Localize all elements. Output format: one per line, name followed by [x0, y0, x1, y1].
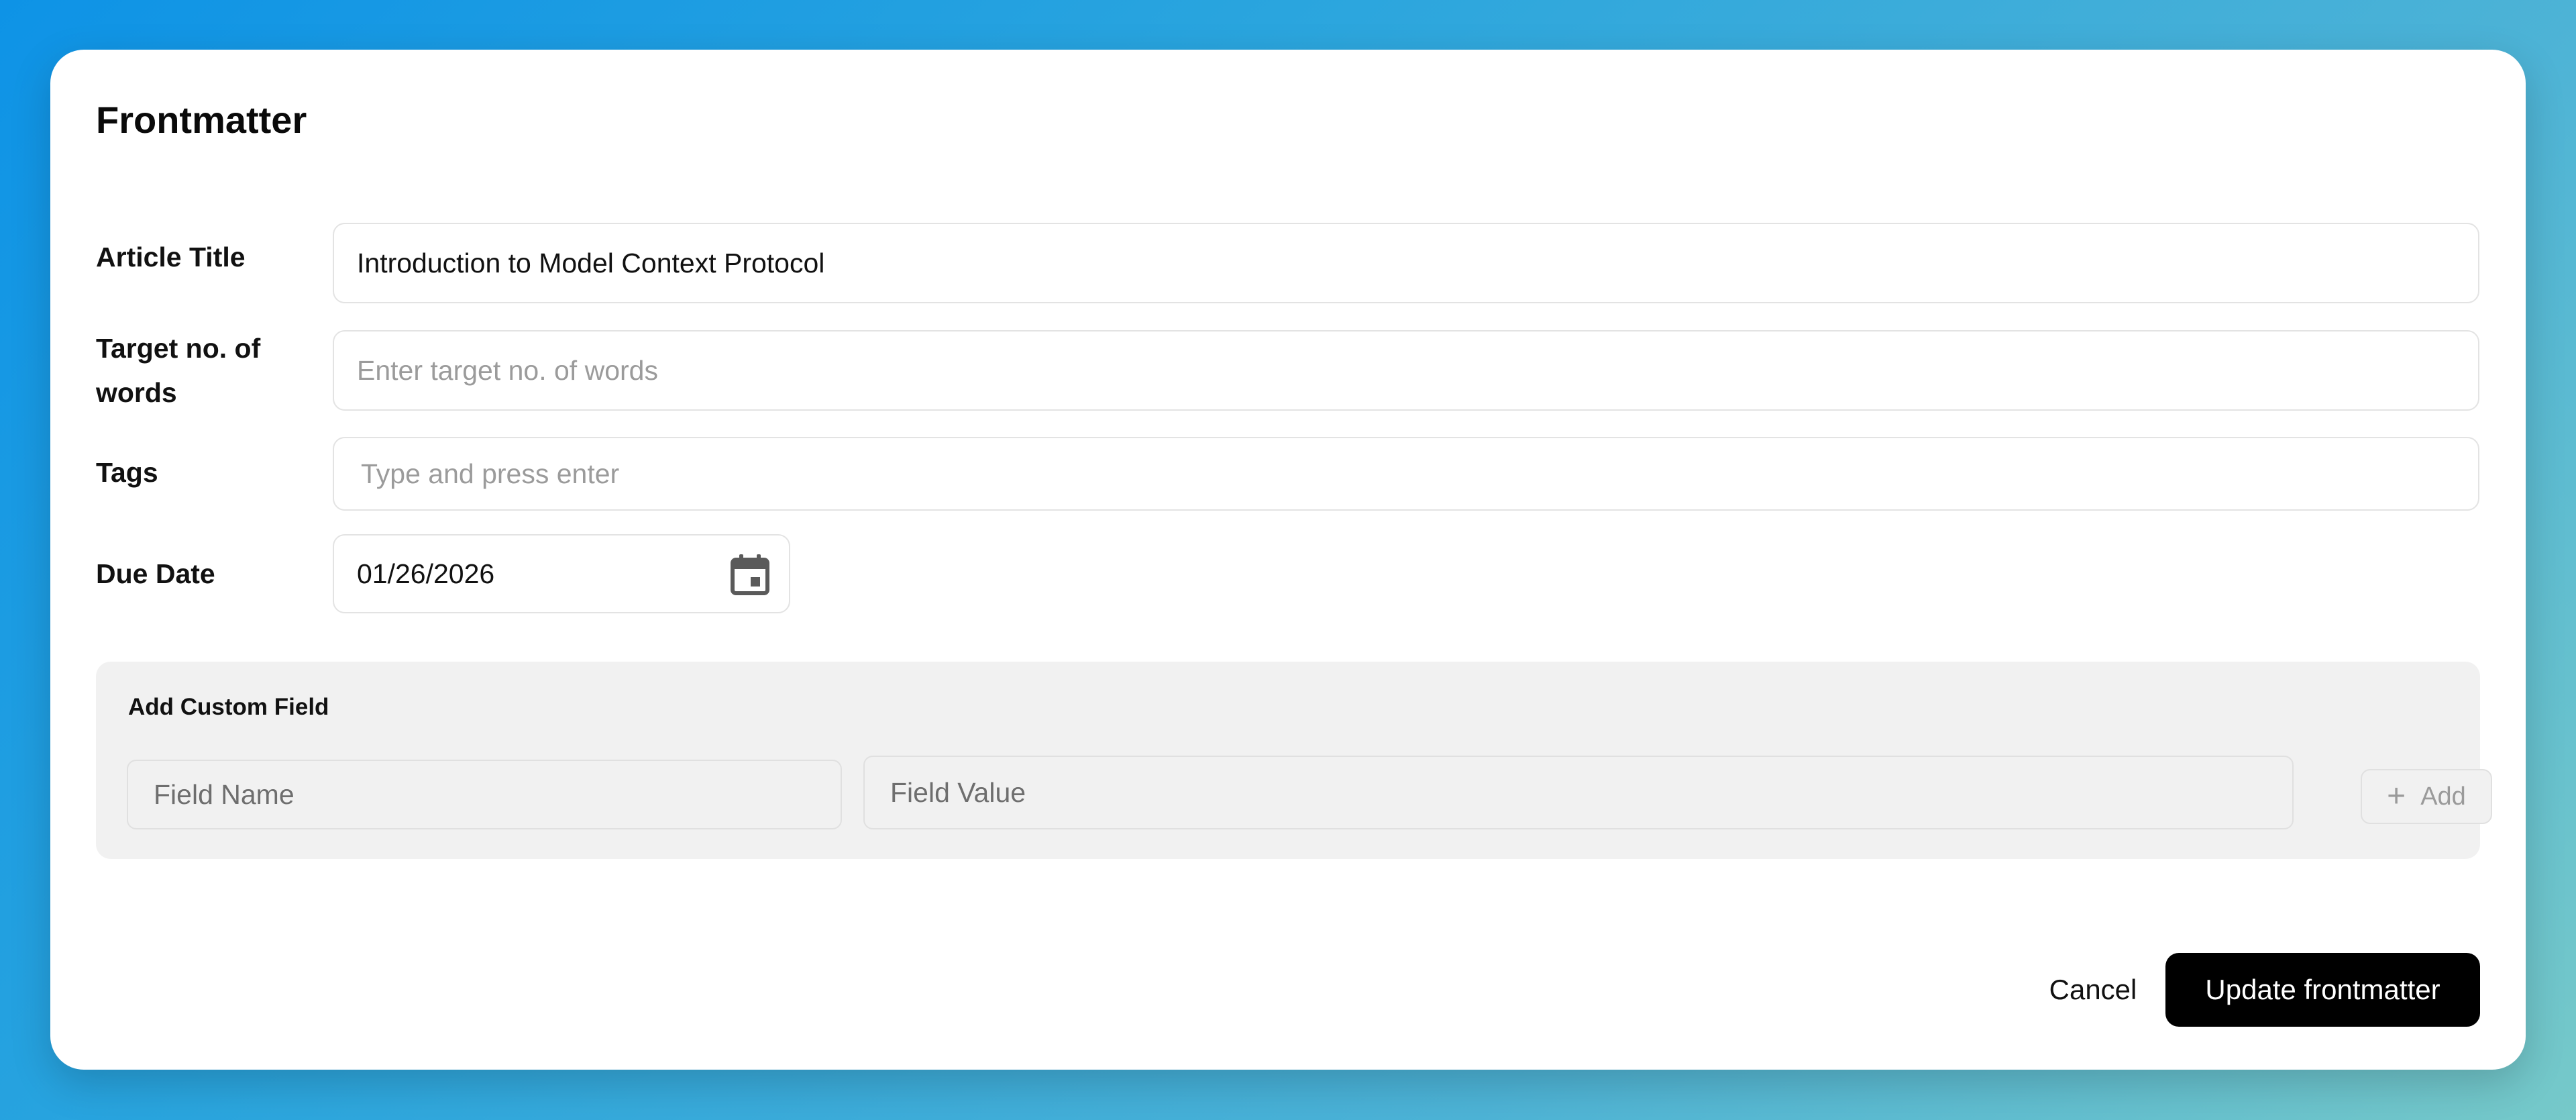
cancel-button[interactable]: Cancel	[2016, 953, 2170, 1027]
target-words-input[interactable]	[333, 330, 2479, 411]
frontmatter-dialog: Frontmatter Article Title Target no. of …	[50, 50, 2526, 1070]
update-frontmatter-button[interactable]: Update frontmatter	[2165, 953, 2480, 1027]
calendar-icon[interactable]	[730, 553, 770, 596]
field-value-input[interactable]	[863, 756, 2294, 829]
due-date-input[interactable]: 01/26/2026	[333, 534, 790, 613]
article-title-label: Article Title	[96, 242, 246, 272]
custom-field-panel: Add Custom Field + Add	[96, 662, 2492, 859]
add-custom-field-button[interactable]: + Add	[2361, 769, 2492, 824]
custom-field-title: Add Custom Field	[128, 694, 329, 720]
tags-label: Tags	[96, 457, 158, 488]
target-words-label: Target no. of words	[96, 333, 261, 408]
due-date-label: Due Date	[96, 558, 215, 589]
article-title-input[interactable]	[333, 223, 2479, 303]
due-date-value: 01/26/2026	[357, 558, 495, 589]
dialog-title: Frontmatter	[96, 99, 307, 141]
plus-icon: +	[2387, 778, 2406, 814]
field-name-input[interactable]	[127, 760, 842, 829]
add-button-label: Add	[2420, 782, 2466, 811]
tags-input[interactable]	[333, 437, 2479, 511]
